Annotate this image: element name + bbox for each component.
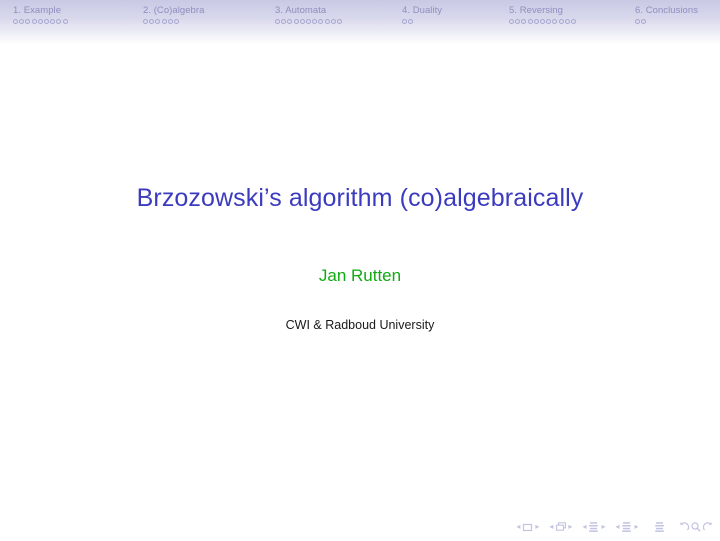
frame-navigation: ◂ ▸ [515,521,541,533]
beamer-navigation-symbols: ◂ ▸ ◂ ▸ ◂ ▸ ◂ ▸ [511,519,714,535]
next-arrow-icon[interactable]: ▸ [600,523,607,531]
slide-stack-icon[interactable] [555,521,567,533]
author-name: Jan Rutten [318,266,402,285]
subsection-navigation: ◂ ▸ [548,521,574,533]
section-icon[interactable] [588,521,600,533]
next-arrow-icon[interactable]: ▸ [567,523,574,531]
back-icon[interactable] [678,521,690,533]
next-arrow-icon[interactable]: ▸ [534,523,541,531]
institute-name: CWI & Radboud University [285,318,435,332]
section-navigation: ◂ ▸ [581,521,607,533]
forward-icon[interactable] [702,521,714,533]
presentation-navigation: ◂ ▸ [614,521,640,533]
presentation-title: Brzozowski’s algorithm (co)algebraically [136,184,584,212]
presentation-icon[interactable] [621,521,633,533]
slide-icon[interactable] [522,521,534,533]
history-navigation [678,521,714,533]
search-icon[interactable] [690,521,702,533]
document-icon[interactable] [653,521,665,533]
document-navigation [653,521,665,533]
prev-arrow-icon[interactable]: ◂ [515,523,522,531]
next-arrow-icon[interactable]: ▸ [633,523,640,531]
beamer-slide: 1. Example 2. (Co)algebra 3. Automata 4. Du… [0,0,720,541]
prev-arrow-icon[interactable]: ◂ [581,523,588,531]
prev-arrow-icon[interactable]: ◂ [614,523,621,531]
title-block: Brzozowski’s algorithm (co)algebraically… [0,0,720,541]
prev-arrow-icon[interactable]: ◂ [548,523,555,531]
